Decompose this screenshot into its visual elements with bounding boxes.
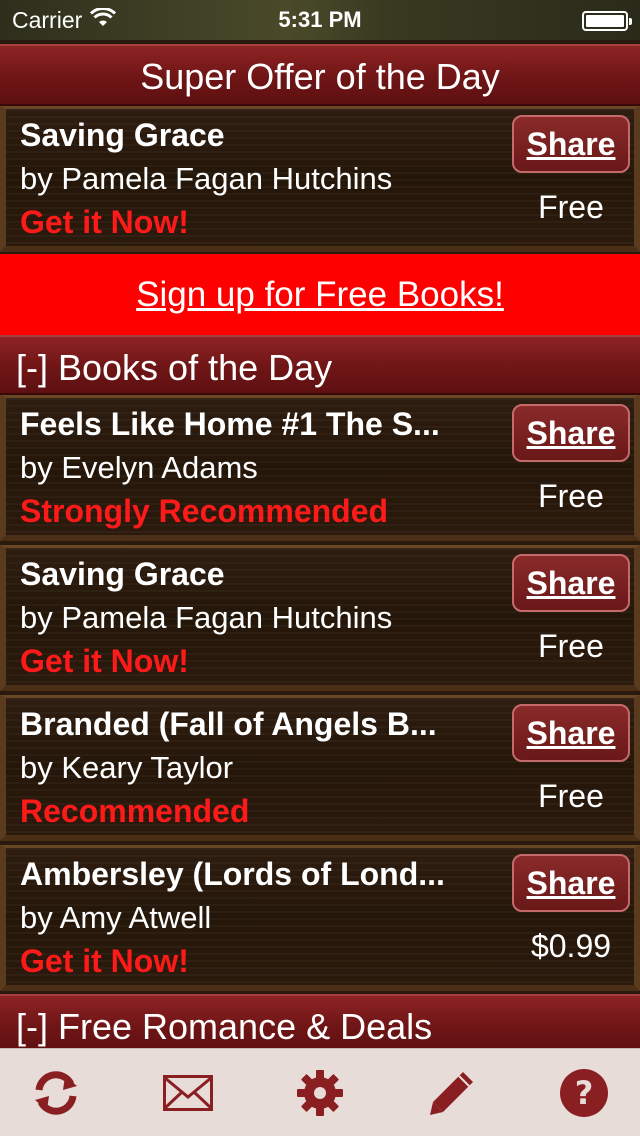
share-button[interactable]: Share — [512, 704, 630, 762]
share-button[interactable]: Share — [512, 404, 630, 462]
refresh-icon[interactable] — [30, 1067, 82, 1119]
book-title: Saving Grace — [20, 117, 225, 153]
book-tag[interactable]: Get it Now! — [20, 204, 189, 241]
offer-book-row[interactable]: Saving Grace by Pamela Fagan Hutchins Ge… — [0, 106, 640, 252]
book-price: Free — [538, 778, 604, 814]
list-item[interactable]: Feels Like Home #1 The S... by Evelyn Ad… — [0, 395, 640, 541]
signup-banner[interactable]: Sign up for Free Books! — [0, 254, 640, 335]
book-author: by Keary Taylor — [20, 750, 234, 785]
share-button[interactable]: Share — [512, 854, 630, 912]
list-item[interactable]: Saving Grace by Pamela Fagan Hutchins Ge… — [0, 545, 640, 691]
book-author: by Evelyn Adams — [20, 450, 258, 485]
books-of-day-title: [-] Books of the Day — [16, 347, 333, 388]
super-offer-header: Super Offer of the Day — [0, 44, 640, 106]
book-title: Saving Grace — [20, 556, 225, 592]
book-author: by Pamela Fagan Hutchins — [20, 161, 393, 196]
book-tag[interactable]: Get it Now! — [20, 643, 189, 680]
status-time: 5:31 PM — [278, 7, 362, 32]
share-button[interactable]: Share — [512, 115, 630, 173]
books-of-day-header[interactable]: [-] Books of the Day — [0, 335, 640, 395]
book-tag[interactable]: Strongly Recommended — [20, 493, 388, 530]
svg-text:?: ? — [575, 1074, 594, 1112]
super-offer-title: Super Offer of the Day — [140, 56, 500, 97]
book-title: Branded (Fall of Angels B... — [20, 706, 437, 742]
pencil-icon[interactable] — [426, 1067, 478, 1119]
battery-icon — [582, 11, 632, 31]
book-price: Free — [538, 189, 604, 225]
book-title: Ambersley (Lords of Lond... — [20, 856, 445, 892]
book-tag[interactable]: Get it Now! — [20, 943, 189, 980]
status-bar: Carrier 5:31 PM — [0, 0, 640, 40]
list-item[interactable]: Branded (Fall of Angels B... by Keary Ta… — [0, 695, 640, 841]
bottom-toolbar: ? — [0, 1048, 640, 1136]
book-author: by Amy Atwell — [20, 900, 212, 935]
book-price: Free — [538, 478, 604, 514]
free-romance-title: [-] Free Romance & Deals — [16, 1006, 433, 1047]
book-author: by Pamela Fagan Hutchins — [20, 600, 393, 635]
mail-icon[interactable] — [162, 1067, 214, 1119]
gear-icon[interactable] — [294, 1067, 346, 1119]
share-button[interactable]: Share — [512, 554, 630, 612]
free-romance-header[interactable]: [-] Free Romance & Deals — [0, 994, 640, 1054]
book-price: Free — [538, 628, 604, 664]
book-title: Feels Like Home #1 The S... — [20, 406, 440, 442]
book-tag[interactable]: Recommended — [20, 793, 249, 830]
signup-link[interactable]: Sign up for Free Books! — [136, 275, 504, 315]
help-icon[interactable]: ? — [558, 1067, 610, 1119]
book-price: $0.99 — [530, 928, 612, 964]
list-item[interactable]: Ambersley (Lords of Lond... by Amy Atwel… — [0, 845, 640, 991]
